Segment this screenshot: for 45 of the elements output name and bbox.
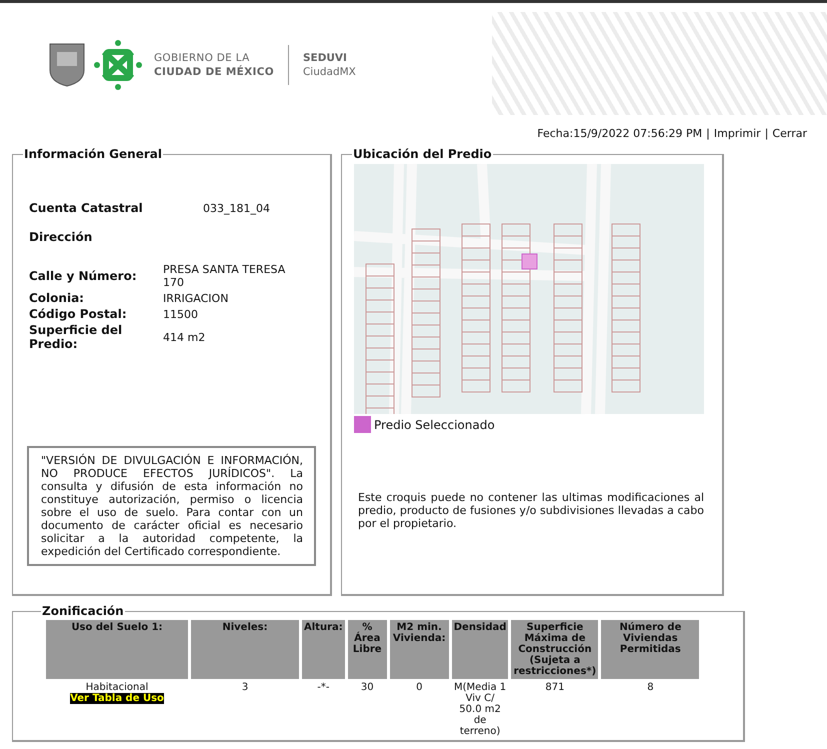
field-value: PRESA SANTA TERESA 170 [162, 262, 286, 290]
column-header: Altura: [302, 620, 345, 679]
column-header: Número de Viviendas Permitidas [601, 620, 700, 679]
table-cell-text: 8 [646, 681, 655, 695]
table-cell-text: 30 [360, 681, 375, 695]
note-text: Este croquis puede no contener las ultimas modificaciones al predio, producto de fusiones y/o subdivisiones llevadas a cabo por el propietario. [358, 491, 704, 530]
panel-title: Información General [23, 147, 163, 161]
panel-title: Ubicación del Predio [352, 147, 493, 161]
section-label: Dirección [28, 230, 92, 244]
field-label: Cuenta Catastral [28, 201, 144, 215]
legend-label: Predio Seleccionado [374, 418, 495, 432]
table-cell-text: 3 [240, 681, 250, 695]
column-header: Uso del Suelo 1: [46, 620, 188, 679]
table-cell-text: 871 [544, 681, 566, 695]
brand-text: CIUDAD DE MÉXICO [154, 65, 274, 79]
separator-text: | [764, 127, 768, 142]
table-cell-text: -*- [316, 681, 330, 695]
column-header: % Área Libre [348, 620, 387, 679]
column-header: Densidad [452, 620, 508, 679]
shield-icon [48, 42, 86, 88]
field-label: Colonia: [28, 290, 85, 306]
column-header: Niveles: [191, 620, 299, 679]
column-header: Superficie Máxima de Construcción (Sujeta a restricciones*) [511, 620, 598, 679]
field-label: Superficie del Predio: [28, 322, 124, 352]
field-value: IRRIGACION [162, 290, 230, 306]
separator-text: | [706, 127, 710, 142]
agency-name: SEDUVI [302, 51, 348, 65]
field-value: 11500 [162, 306, 199, 322]
disclaimer-text: "VERSIÓN DE DIVULGACIÓN E INFORMACIÓN, NO PRODUCE EFECTOS JURÍDICOS". La consulta y difusión de esta información no constituye autorización, permiso o licencia sobre el uso de suelo. Para contar con un documento de carácter oficial es necesario solicitar a la autoridad competente, la expedición del Certificado correspondiente. [27, 446, 316, 566]
brand-text: GOBIERNO DE LA [154, 51, 251, 65]
field-value: 414 m2 [162, 330, 206, 346]
panel-title: Zonificación [41, 604, 125, 618]
column-header: M2 min. Vivienda: [390, 620, 449, 679]
field-label: Calle y Número: [28, 268, 138, 285]
use-table-link[interactable]: Ver Tabla de Uso [70, 693, 164, 704]
toolbar-link[interactable]: Imprimir [714, 127, 761, 147]
table-cell-text: 0 [415, 681, 424, 695]
agency-subtitle: CiudadMX [302, 65, 356, 79]
table-cell-text: M(Media 1 Viv C/ 50.0 m2 de terreno) [453, 681, 508, 739]
field-label: Código Postal: [28, 306, 128, 322]
date-text: Fecha:15/9/2022 07:56:29 PM [537, 127, 702, 142]
toolbar-link[interactable]: Cerrar [772, 127, 807, 147]
field-value: 033_181_04 [203, 202, 270, 214]
table-cell-text: Habitacional [84, 682, 150, 693]
knot-logo-icon [94, 40, 142, 90]
